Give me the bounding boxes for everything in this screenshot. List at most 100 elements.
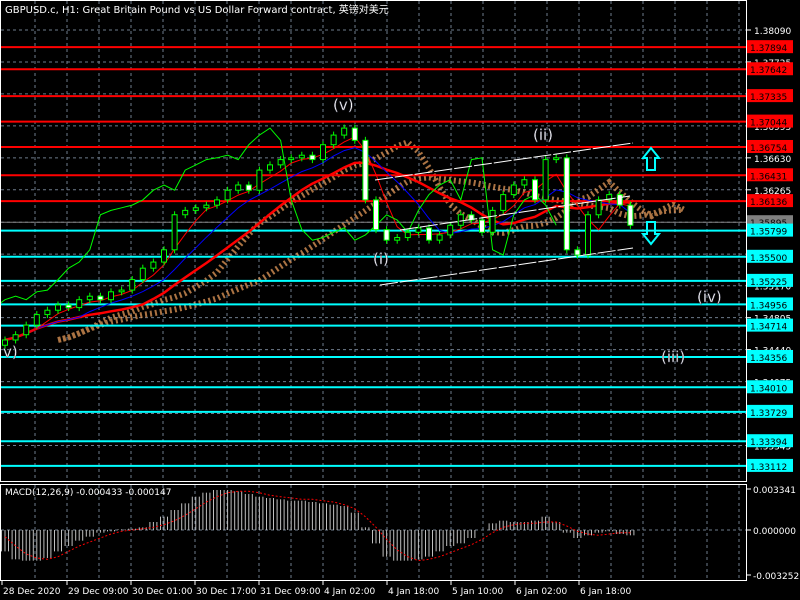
- candle-body: [182, 209, 189, 216]
- candle-body: [362, 139, 369, 201]
- price-tick-label: 1.38090: [754, 27, 791, 37]
- time-tick-label: 6 Jan 18:00: [580, 587, 632, 597]
- candle-body: [436, 234, 443, 241]
- resistance-level-label: 1.37894: [750, 44, 787, 54]
- candle-body: [479, 219, 485, 233]
- candle-body: [245, 184, 252, 191]
- time-axis: 28 Dec 2020 29 Dec 09:00 30 Dec 01:00 30 De…: [1, 581, 632, 597]
- wave-label: (iii): [661, 348, 685, 366]
- time-tick-label: 4 Jan 02:00: [324, 587, 376, 597]
- candle-body: [309, 154, 316, 161]
- candle-body: [447, 224, 454, 236]
- support-level-label: 1.34714: [750, 323, 787, 333]
- candle-body: [500, 194, 507, 211]
- candle-body: [267, 164, 273, 171]
- candle-body: [457, 214, 464, 226]
- candle-body: [256, 169, 263, 191]
- candle-body: [563, 157, 570, 251]
- candle-body: [553, 157, 560, 161]
- time-tick-label: 31 Dec 09:00: [260, 587, 321, 597]
- candle-body: [44, 309, 51, 316]
- candle-body: [616, 194, 623, 206]
- candle-body: [224, 189, 231, 201]
- main-pane-border: [0, 0, 747, 482]
- candle-body: [330, 134, 337, 146]
- macd-pane: [1, 490, 746, 562]
- candle-body: [214, 199, 220, 206]
- support-level-label: 1.34356: [750, 354, 787, 364]
- time-tick-label: 30 Dec 01:00: [132, 587, 193, 597]
- candle-body: [574, 249, 581, 256]
- macd-title: MACD(12,26,9) -0.000433 -0.000147: [5, 488, 171, 498]
- candle-body: [320, 144, 326, 161]
- candle-body: [129, 279, 136, 291]
- candle-body: [298, 154, 305, 159]
- candle-body: [277, 159, 284, 166]
- arrow-down-icon: [640, 221, 662, 246]
- resistance-level-label: 1.36754: [750, 144, 787, 154]
- price-tick-label: 1.36630: [754, 155, 791, 165]
- candle-body: [351, 127, 358, 141]
- candle-body: [585, 214, 591, 256]
- resistance-level-label: 1.37642: [750, 66, 787, 76]
- candle-body: [65, 304, 72, 309]
- support-level-label: 1.35225: [750, 278, 787, 288]
- support-level-label: 1.33729: [750, 409, 787, 419]
- candle-body: [510, 184, 517, 196]
- candle-body: [55, 304, 61, 311]
- candle-body: [288, 157, 295, 161]
- candle-body: [489, 209, 496, 233]
- resistance-level-label: 1.37335: [750, 93, 787, 103]
- resistance-level-label: 1.36431: [750, 172, 787, 182]
- wave-label: v): [3, 343, 18, 361]
- candle-body: [542, 159, 549, 201]
- support-level-label: 1.33394: [750, 438, 787, 448]
- wave-label: (ii): [533, 126, 553, 144]
- resistance-level-label: 1.36136: [750, 198, 787, 208]
- candle-body: [341, 127, 348, 136]
- candle-body: [394, 237, 401, 241]
- candle-body: [235, 184, 242, 191]
- candle-body: [171, 214, 178, 251]
- support-level-label: 1.35500: [750, 254, 787, 264]
- resistance-level-label: 1.37044: [750, 119, 787, 129]
- candle-body: [76, 299, 83, 309]
- macd-pane-border: [0, 484, 747, 581]
- candle-body: [415, 227, 422, 233]
- candle-body: [192, 207, 199, 211]
- candle-body: [532, 179, 538, 201]
- support-level-label: 1.34010: [750, 384, 787, 394]
- candle-body: [33, 314, 40, 326]
- time-tick-label: 4 Jan 18:00: [388, 587, 440, 597]
- time-tick-label: 6 Jan 02:00: [516, 587, 568, 597]
- candle-body: [426, 227, 432, 241]
- candle-body: [139, 267, 146, 281]
- macd-signal-line: [4, 490, 631, 562]
- time-tick-label: 29 Dec 09:00: [68, 587, 129, 597]
- time-tick-label: 28 Dec 2020: [3, 587, 61, 597]
- support-level-label: 1.33112: [750, 463, 787, 473]
- candle-body: [97, 295, 104, 301]
- price-axis: 1.380901.377251.373601.369951.366301.362…: [746, 27, 799, 582]
- time-tick-label: 30 Dec 17:00: [196, 587, 257, 597]
- candle-body: [595, 199, 602, 216]
- wave-label: (i): [373, 250, 389, 268]
- price-chart[interactable]: v) (v) (i) (ii) (iii) (iv) 1.380901.377251.37…: [0, 0, 800, 600]
- support-level-label: 1.34956: [750, 301, 787, 311]
- candle-body: [404, 231, 411, 239]
- wave-label: (v): [333, 96, 354, 114]
- macd-tick-label: 0.003341: [753, 486, 796, 496]
- candle-body: [161, 249, 167, 263]
- arrow-up-icon: [640, 146, 662, 171]
- macd-tick-label: -0.003252: [753, 572, 799, 582]
- candle-body: [383, 229, 390, 241]
- candle-body: [627, 204, 634, 226]
- candle-body: [373, 199, 379, 231]
- time-tick-label: 5 Jan 10:00: [452, 587, 504, 597]
- candle-body: [203, 204, 210, 209]
- candle-body: [118, 289, 125, 293]
- candle-body: [23, 324, 30, 336]
- macd-tick-label: 0.000000: [753, 527, 796, 537]
- trendline: [379, 247, 634, 286]
- support-level-label: 1.35799: [750, 228, 787, 238]
